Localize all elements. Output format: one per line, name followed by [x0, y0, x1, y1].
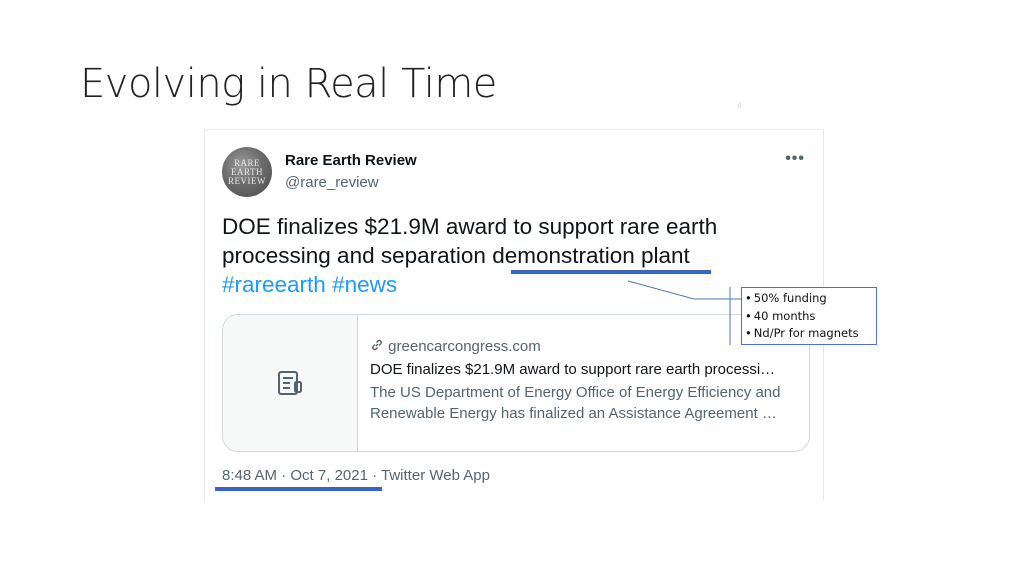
callout-box: 50% funding 40 months Nd/Pr for magnets — [741, 287, 877, 345]
callout-item-funding: 50% funding — [745, 290, 876, 308]
callout-list: 50% funding 40 months Nd/Pr for magnets — [745, 290, 876, 343]
callout-item-magnets: Nd/Pr for magnets — [745, 325, 876, 343]
callout-item-months: 40 months — [745, 308, 876, 326]
